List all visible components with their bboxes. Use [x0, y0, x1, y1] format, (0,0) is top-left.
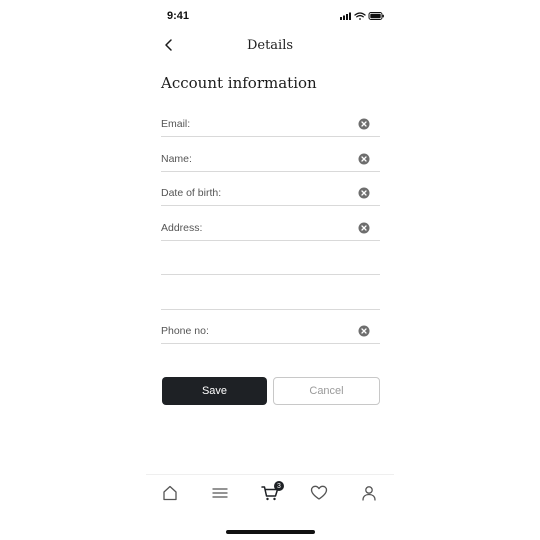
status-time: 9:41 [167, 10, 190, 22]
clear-dob-icon[interactable] [358, 187, 370, 199]
address-label: Address: [161, 222, 203, 234]
address-line-3[interactable] [161, 309, 380, 310]
clear-phone-icon[interactable] [358, 325, 370, 337]
clear-name-icon[interactable] [358, 153, 370, 165]
wifi-icon [354, 12, 366, 20]
home-icon[interactable] [160, 483, 180, 503]
email-field[interactable]: Email: [161, 112, 380, 137]
profile-icon[interactable] [359, 483, 379, 503]
page-title: Details [246, 38, 294, 53]
heart-icon[interactable] [309, 483, 329, 503]
dob-label: Date of birth: [161, 187, 222, 199]
save-button[interactable]: Save [162, 377, 267, 405]
cart-count-badge: 3 [274, 481, 284, 491]
clear-address-icon[interactable] [358, 222, 370, 234]
battery-icon [368, 12, 384, 20]
name-label: Name: [161, 153, 192, 165]
email-label: Email: [161, 118, 191, 130]
signal-icon [340, 12, 351, 20]
section-title: Account information [161, 74, 317, 92]
status-icons [340, 12, 384, 20]
address-field[interactable]: Address: [161, 216, 380, 241]
name-field[interactable]: Name: [161, 147, 380, 172]
menu-icon[interactable] [210, 483, 230, 503]
address-line-2[interactable] [161, 274, 380, 275]
cancel-button[interactable]: Cancel [273, 377, 380, 405]
clear-email-icon[interactable] [358, 118, 370, 130]
phone-label: Phone no: [161, 325, 209, 337]
phone-field[interactable]: Phone no: [161, 319, 380, 344]
home-indicator [226, 530, 315, 534]
tabbar-divider [146, 474, 394, 475]
dob-field[interactable]: Date of birth: [161, 181, 380, 206]
